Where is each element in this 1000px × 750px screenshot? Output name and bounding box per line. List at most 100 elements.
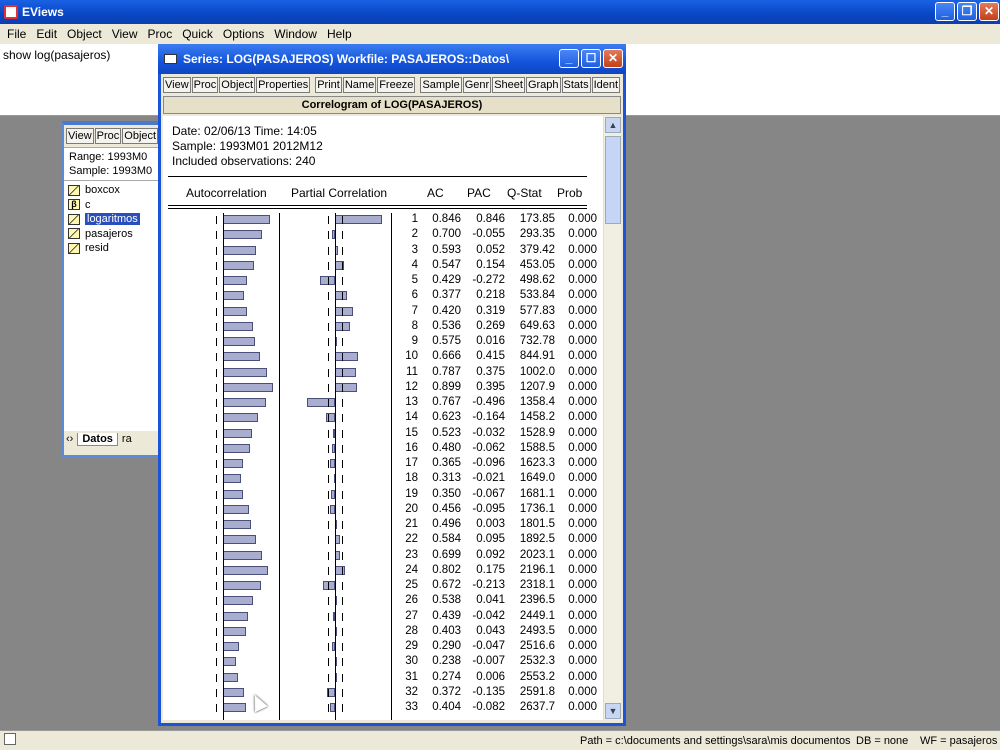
pac-value: -0.213 [472,579,505,591]
pac-lower-bound [327,429,329,438]
pac-upper-bound [342,444,344,453]
scroll-up-icon[interactable]: ▲ [605,117,621,133]
series-sheet-button[interactable]: Sheet [492,77,525,93]
workfile-item-resid[interactable]: resid [68,241,160,256]
pac-value: -0.021 [472,472,505,485]
pac-value: -0.047 [472,640,505,652]
workfile-object-list: boxcox β c logaritmos pasajeros resid [64,181,164,431]
menu-proc[interactable]: Proc [143,27,178,41]
pac-value: -0.082 [472,701,505,713]
correlogram-row: 30 0.238 -0.007 2532.3 0.000 [163,655,609,670]
ac-lower-bound [215,551,217,560]
qstat-value: 1002.0 [519,365,555,378]
tab-datos[interactable]: Datos [77,432,118,446]
workfile-item-c[interactable]: βc [68,198,160,213]
lag-value: 33 [405,701,418,713]
ac-value: 0.700 [432,228,461,241]
ac-bar [223,687,244,697]
series-titlebar: Series: LOG(PASAJEROS) Workfile: PASAJER… [158,44,626,74]
menu-help[interactable]: Help [322,27,357,41]
menu-object[interactable]: Object [62,27,107,41]
ac-lower-bound [215,505,217,514]
workfile-item-pasajeros[interactable]: pasajeros [68,227,160,242]
qstat-value: 732.78 [519,335,555,347]
ac-value: 0.290 [432,640,461,652]
ac-value: 0.802 [432,563,461,576]
scroll-down-icon[interactable]: ▼ [605,703,621,719]
restore-button[interactable]: ❐ [957,2,977,21]
pac-bar [323,581,335,590]
lag-value: 8 [411,319,418,332]
workfile-item-label: logaritmos [85,213,140,226]
workfile-item-boxcox[interactable]: boxcox [68,183,160,198]
menu-window[interactable]: Window [269,27,322,41]
pac-value: 0.052 [476,243,505,256]
pac-value: 0.095 [476,533,505,546]
series-sample-button[interactable]: Sample [420,77,462,93]
menu-quick[interactable]: Quick [177,27,218,41]
menu-options[interactable]: Options [218,27,269,41]
ac-lower-bound [215,643,217,651]
workfile-item-label: boxcox [85,184,120,197]
vertical-scrollbar[interactable]: ▲ ▼ [603,116,621,720]
ac-value: 0.496 [432,518,461,530]
pac-value: 0.846 [476,213,505,225]
prob-value: 0.000 [568,579,597,591]
ac-lower-bound [215,261,217,270]
ac-header: AC [427,186,444,200]
correlogram-row: 31 0.274 0.006 2553.2 0.000 [163,671,609,686]
series-object-button[interactable]: Object [219,77,256,93]
prob-value: 0.000 [568,243,597,256]
series-ident-button[interactable]: Ident [591,77,621,93]
pac-upper-bound [342,673,344,682]
series-icon [68,213,80,225]
series-stats-button[interactable]: Stats [561,77,591,93]
lag-value: 18 [405,472,418,485]
series-graph-button[interactable]: Graph [525,77,561,93]
status-db: DB = none [856,735,909,747]
close-button[interactable]: ✕ [979,2,999,21]
menu-edit[interactable]: Edit [31,27,62,41]
tab-scroll-right-icon[interactable]: › [70,433,74,445]
pac-lower-bound [327,460,329,468]
correlogram-row: 24 0.802 0.175 2196.1 0.000 [163,564,609,579]
ac-lower-bound [215,368,217,377]
pac-upper-bound [342,353,344,362]
series-minimize-button[interactable]: _ [559,49,579,68]
workfile-view-button[interactable]: View [66,128,94,144]
series-close-button[interactable]: ✕ [603,49,623,68]
series-print-button[interactable]: Print [315,77,342,93]
workfile-range: Range: 1993M0 [69,151,148,163]
workfile-object-button[interactable]: Object [122,128,159,144]
series-freeze-button[interactable]: Freeze [377,77,416,93]
pac-upper-bound [342,231,344,240]
prob-value: 0.000 [568,319,597,332]
pac-value: -0.272 [472,274,505,286]
lag-value: 3 [411,243,418,256]
series-genr-button[interactable]: Genr [462,77,492,93]
lag-value: 22 [405,533,418,546]
qstat-value: 453.05 [519,258,555,271]
minimize-button[interactable]: _ [935,2,955,21]
prob-value: 0.000 [568,213,597,225]
workfile-proc-button[interactable]: Proc [94,128,122,144]
series-maximize-button[interactable]: ☐ [581,49,601,68]
ac-lower-bound [215,627,217,636]
pac-bar [335,291,348,301]
correlogram-row: 1 0.846 0.846 173.85 0.000 [163,213,609,228]
series-name-button[interactable]: Name [342,77,377,93]
pac-upper-bound [342,475,344,484]
menu-view[interactable]: View [107,27,143,41]
series-proc-button[interactable]: Proc [191,77,219,93]
scroll-thumb[interactable] [605,136,621,224]
pac-lower-bound [327,658,329,667]
ac-bar [223,276,248,285]
pac-lower-bound [327,704,329,712]
tab-ra[interactable]: ra [118,433,136,445]
series-view-button[interactable]: View [163,77,191,93]
menu-file[interactable]: File [2,27,31,41]
series-properties-button[interactable]: Properties [256,77,311,93]
pac-value: -0.164 [472,411,505,424]
prob-value: 0.000 [568,304,597,317]
workfile-item-logaritmos[interactable]: logaritmos [68,212,160,227]
